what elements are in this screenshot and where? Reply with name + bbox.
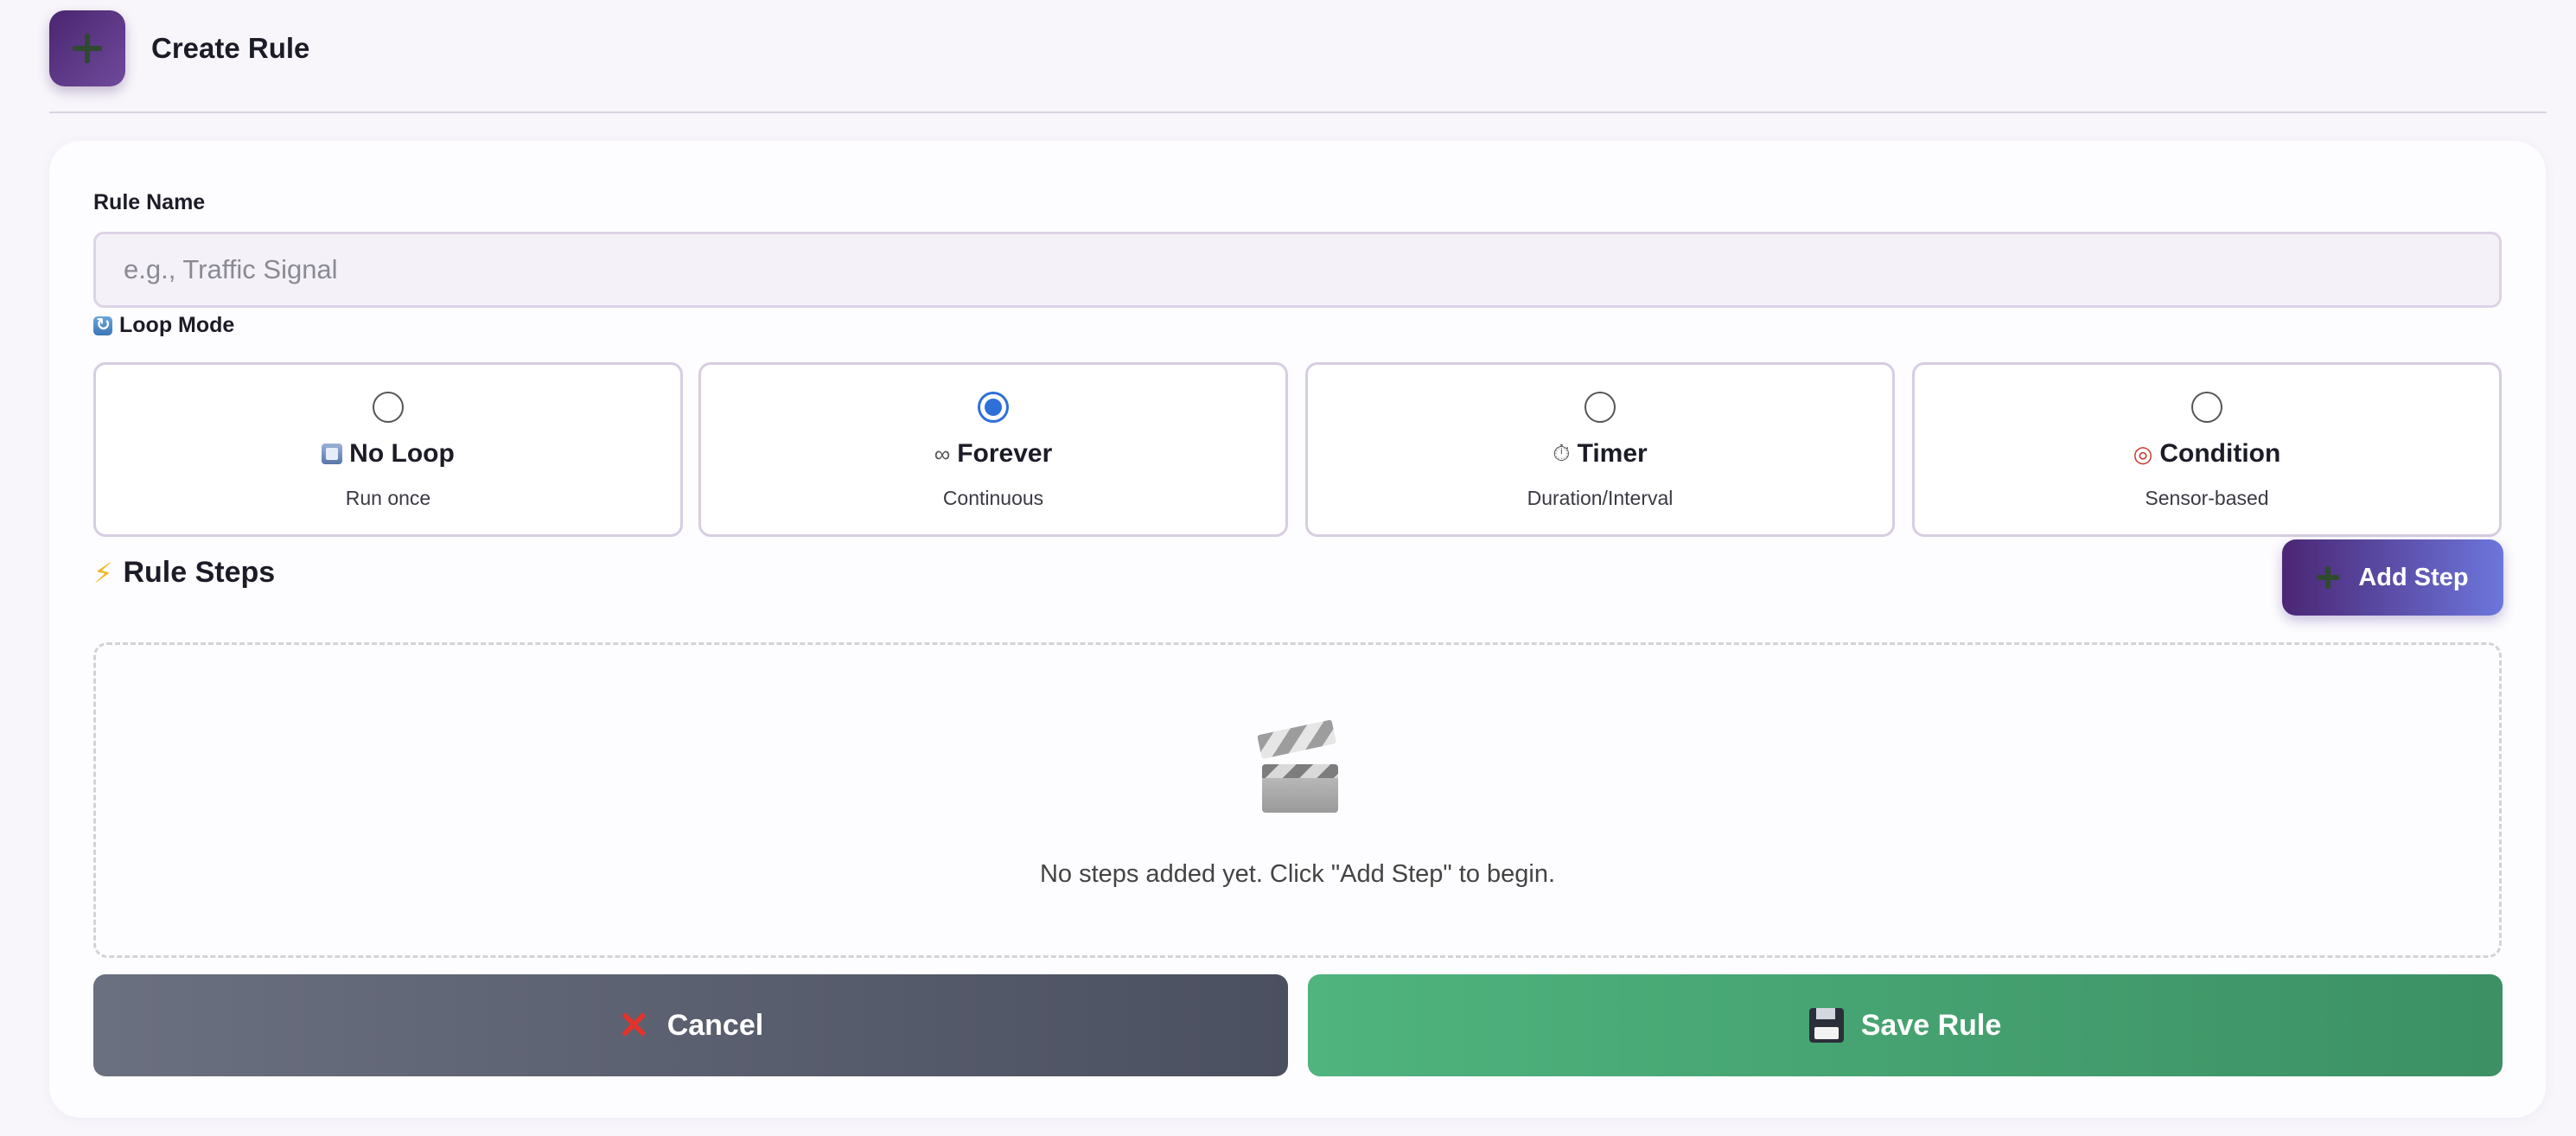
- loop-mode-label-text: Loop Mode: [119, 313, 235, 337]
- clapperboard-icon: [1257, 719, 1338, 813]
- page-header: Create Rule: [49, 10, 309, 86]
- timer-subtitle: Duration/Interval: [1527, 487, 1674, 509]
- close-icon: ✕: [617, 1004, 650, 1047]
- rule-form-card: Rule Name Loop Mode No Loop Run once ∞ F…: [49, 141, 2546, 1118]
- forever-subtitle: Continuous: [942, 487, 1044, 509]
- no-loop-subtitle: Run once: [345, 487, 431, 509]
- header-divider: [49, 112, 2547, 113]
- loop-icon: [93, 314, 112, 335]
- radio-timer[interactable]: [1584, 392, 1616, 423]
- option-title: ∞ Forever: [701, 439, 1285, 469]
- create-rule-icon-button[interactable]: [49, 10, 125, 86]
- rule-steps-heading: ⚡ Rule Steps: [93, 556, 275, 590]
- rule-steps-title: Rule Steps: [123, 556, 276, 589]
- stop-square-icon: [322, 444, 343, 464]
- floppy-disk-icon: [1808, 1008, 1844, 1043]
- loop-mode-label: Loop Mode: [93, 313, 234, 338]
- radio-no-loop[interactable]: [373, 392, 404, 423]
- infinity-icon: ∞: [934, 440, 951, 467]
- radio-forever[interactable]: [978, 392, 1009, 423]
- steps-empty-state: No steps added yet. Click "Add Step" to …: [93, 642, 2502, 958]
- page-title: Create Rule: [151, 32, 310, 64]
- add-step-label: Add Step: [2358, 563, 2469, 591]
- option-title: ◎ Condition: [1915, 439, 2499, 469]
- target-icon: ◎: [2133, 440, 2153, 467]
- radio-condition[interactable]: [2191, 392, 2222, 423]
- loop-option-timer[interactable]: ⏱ Timer Duration/Interval: [1305, 362, 1895, 537]
- save-label: Save Rule: [1860, 1008, 2002, 1042]
- rule-name-input[interactable]: [93, 232, 2502, 308]
- lightning-icon: ⚡: [93, 557, 113, 589]
- empty-steps-text: No steps added yet. Click "Add Step" to …: [1039, 860, 1556, 888]
- option-title: ⏱ Timer: [1308, 439, 1892, 469]
- save-rule-button[interactable]: Save Rule: [1308, 974, 2503, 1076]
- timer-title: Timer: [1577, 439, 1648, 468]
- plus-icon: [73, 34, 102, 63]
- loop-option-forever[interactable]: ∞ Forever Continuous: [698, 362, 1288, 537]
- rule-name-label: Rule Name: [93, 190, 206, 214]
- condition-subtitle: Sensor-based: [2145, 487, 2269, 509]
- cancel-label: Cancel: [666, 1008, 764, 1042]
- stopwatch-icon: ⏱: [1553, 440, 1571, 466]
- no-loop-title: No Loop: [349, 439, 455, 468]
- condition-title: Condition: [2159, 439, 2281, 468]
- cancel-button[interactable]: ✕ Cancel: [93, 974, 1288, 1076]
- plus-icon: [2317, 566, 2340, 589]
- add-step-button[interactable]: Add Step: [2282, 539, 2503, 616]
- forever-title: Forever: [957, 439, 1053, 468]
- loop-option-no-loop[interactable]: No Loop Run once: [93, 362, 683, 537]
- option-title: No Loop: [96, 439, 680, 469]
- loop-option-condition[interactable]: ◎ Condition Sensor-based: [1912, 362, 2502, 537]
